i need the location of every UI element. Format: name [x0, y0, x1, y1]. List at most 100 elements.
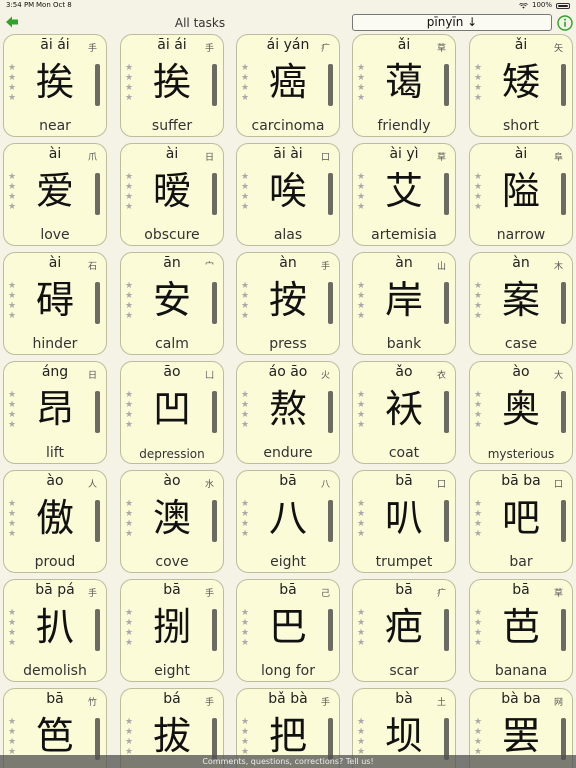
card-hanzi: 暧	[152, 169, 191, 213]
task-card[interactable]: ān 宀 ★ ★ ★ ★ 安 calm	[120, 252, 224, 355]
card-hanzi: 矮	[501, 60, 540, 104]
task-card[interactable]: ài 阜 ★ ★ ★ ★ 隘 narrow	[469, 143, 573, 246]
card-radical: 手	[320, 698, 330, 708]
card-english: love	[40, 227, 70, 243]
progress-bar	[95, 282, 100, 324]
toolbar: All tasks pīnyīn ↓	[0, 12, 576, 34]
card-hanzi: 把	[268, 714, 307, 758]
task-card[interactable]: ài yì 草 ★ ★ ★ ★ 艾 artemisia	[352, 143, 456, 246]
task-card[interactable]: bā 草 ★ ★ ★ ★ 芭 banana	[469, 579, 573, 682]
card-radical: 口	[436, 480, 446, 490]
card-hanzi: 吧	[501, 496, 540, 540]
info-icon[interactable]	[557, 15, 573, 31]
progress-bar	[95, 609, 100, 651]
task-card[interactable]: bā 口 ★ ★ ★ ★ 叭 trumpet	[352, 470, 456, 573]
card-english: suffer	[151, 118, 193, 134]
back-arrow-icon[interactable]	[4, 14, 20, 30]
card-hanzi: 挨	[152, 60, 191, 104]
task-card[interactable]: àn 山 ★ ★ ★ ★ 岸 bank	[352, 252, 456, 355]
task-card[interactable]: áo āo 火 ★ ★ ★ ★ 熬 endure	[236, 361, 340, 464]
progress-bar	[561, 609, 566, 651]
task-card[interactable]: ǎi 草 ★ ★ ★ ★ 蔼 friendly	[352, 34, 456, 137]
card-english: short	[503, 118, 539, 134]
card-radical: 疒	[320, 44, 330, 54]
progress-bar	[444, 609, 449, 651]
page-title: All tasks	[174, 16, 226, 30]
progress-bar	[212, 64, 217, 106]
task-card[interactable]: āi ái 手 ★ ★ ★ ★ 挨 near	[3, 34, 107, 137]
card-english: calm	[155, 336, 189, 352]
card-radical: 竹	[87, 698, 97, 708]
progress-bar	[561, 282, 566, 324]
task-card[interactable]: ài 日 ★ ★ ★ ★ 暧 obscure	[120, 143, 224, 246]
card-radical: 手	[320, 262, 330, 272]
task-card[interactable]: bā pá 手 ★ ★ ★ ★ 扒 demolish	[3, 579, 107, 682]
progress-bar	[444, 282, 449, 324]
task-card[interactable]: āi ài 口 ★ ★ ★ ★ 唉 alas	[236, 143, 340, 246]
card-hanzi: 案	[501, 278, 540, 322]
progress-bar	[561, 500, 566, 542]
card-radical: 大	[553, 371, 563, 381]
progress-bar	[561, 718, 566, 760]
task-card[interactable]: ào 大 ★ ★ ★ ★ 奥 mysterious	[469, 361, 573, 464]
task-card[interactable]: bā 疒 ★ ★ ★ ★ 疤 scar	[352, 579, 456, 682]
task-card[interactable]: áng 日 ★ ★ ★ ★ 昂 lift	[3, 361, 107, 464]
card-hanzi: 碍	[35, 278, 74, 322]
wifi-icon	[519, 2, 528, 9]
task-card[interactable]: àn 木 ★ ★ ★ ★ 案 case	[469, 252, 573, 355]
card-radical: 矢	[553, 44, 563, 54]
card-radical: 草	[553, 589, 563, 599]
progress-bar	[212, 173, 217, 215]
card-hanzi: 岸	[384, 278, 423, 322]
card-radical: 阜	[553, 153, 563, 163]
task-card[interactable]: āo 凵 ★ ★ ★ ★ 凹 depression	[120, 361, 224, 464]
card-english: bar	[509, 554, 533, 570]
card-english: carcinoma	[251, 118, 325, 134]
card-radical: 手	[204, 589, 214, 599]
progress-bar	[212, 500, 217, 542]
progress-bar	[444, 718, 449, 760]
card-english: press	[269, 336, 307, 352]
card-english: lift	[46, 445, 64, 461]
card-english: friendly	[377, 118, 431, 134]
task-card[interactable]: bā 八 ★ ★ ★ ★ 八 eight	[236, 470, 340, 573]
card-hanzi: 熬	[268, 387, 307, 431]
card-english: case	[504, 336, 538, 352]
task-card[interactable]: bā 手 ★ ★ ★ ★ 捌 eight	[120, 579, 224, 682]
progress-bar	[95, 718, 100, 760]
task-card[interactable]: ào 人 ★ ★ ★ ★ 傲 proud	[3, 470, 107, 573]
card-hanzi: 挨	[35, 60, 74, 104]
card-hanzi: 昂	[35, 387, 74, 431]
task-card[interactable]: āi ái 手 ★ ★ ★ ★ 挨 suffer	[120, 34, 224, 137]
task-card[interactable]: ào 水 ★ ★ ★ ★ 澳 cove	[120, 470, 224, 573]
feedback-banner[interactable]: Comments, questions, corrections? Tell u…	[0, 755, 576, 768]
task-card[interactable]: ái yán 疒 ★ ★ ★ ★ 癌 carcinoma	[236, 34, 340, 137]
card-english: endure	[263, 445, 313, 461]
card-radical: 火	[320, 371, 330, 381]
task-card[interactable]: àn 手 ★ ★ ★ ★ 按 press	[236, 252, 340, 355]
card-radical: 凵	[204, 371, 214, 381]
card-radical: 日	[87, 371, 97, 381]
task-card[interactable]: bā ba 口 ★ ★ ★ ★ 吧 bar	[469, 470, 573, 573]
progress-bar	[561, 391, 566, 433]
card-hanzi: 巴	[268, 605, 307, 649]
card-hanzi: 安	[152, 278, 191, 322]
task-card[interactable]: ǎo 衣 ★ ★ ★ ★ 袄 coat	[352, 361, 456, 464]
task-card[interactable]: ǎi 矢 ★ ★ ★ ★ 矮 short	[469, 34, 573, 137]
progress-bar	[212, 282, 217, 324]
task-card[interactable]: ài 石 ★ ★ ★ ★ 碍 hinder	[3, 252, 107, 355]
card-hanzi: 蔼	[384, 60, 423, 104]
progress-bar	[328, 718, 333, 760]
card-hanzi: 扒	[35, 605, 74, 649]
card-english: trumpet	[375, 554, 433, 570]
card-hanzi: 叭	[384, 496, 423, 540]
task-card[interactable]: bā 己 ★ ★ ★ ★ 巴 long for	[236, 579, 340, 682]
progress-bar	[95, 500, 100, 542]
card-radical: 手	[204, 44, 214, 54]
task-card[interactable]: ài 爪 ★ ★ ★ ★ 爱 love	[3, 143, 107, 246]
progress-bar	[328, 500, 333, 542]
card-english: eight	[270, 554, 306, 570]
sort-selector[interactable]: pīnyīn ↓	[352, 14, 552, 31]
card-radical: 疒	[436, 589, 446, 599]
card-radical: 手	[87, 44, 97, 54]
